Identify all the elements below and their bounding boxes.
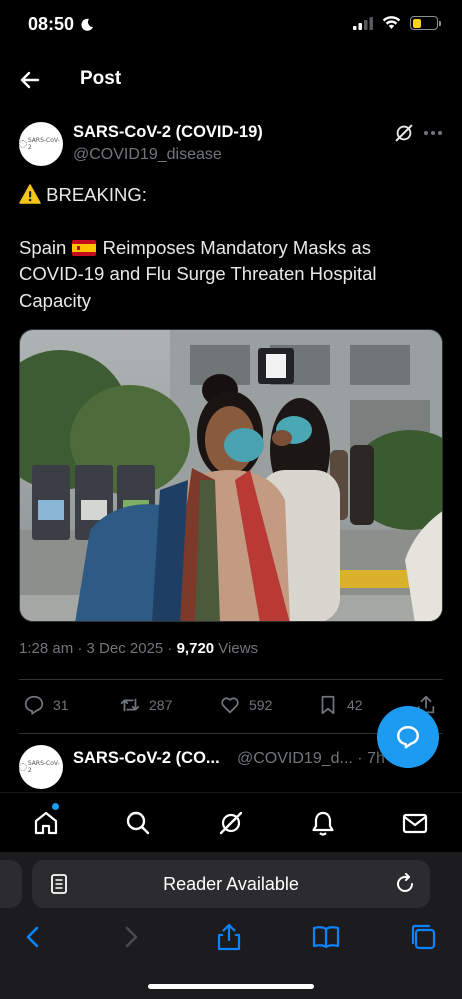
post-timestamp: 1:28 am · 3 Dec 2025 · — [19, 640, 177, 657]
more-options-icon[interactable] — [423, 130, 443, 136]
reload-icon[interactable] — [394, 873, 416, 895]
like-button[interactable]: 592 — [219, 694, 272, 716]
moon-icon — [81, 18, 94, 31]
grok-chat-button[interactable] — [377, 706, 439, 768]
status-indicators — [353, 16, 441, 30]
status-time: 08:50 — [28, 14, 94, 35]
bottom-tab-bar — [0, 792, 462, 852]
reply-button[interactable]: 31 — [23, 694, 69, 716]
bookmark-button[interactable]: 42 — [317, 694, 363, 716]
post-actions: 31 287 592 42 — [19, 694, 443, 720]
reply-icon — [24, 695, 44, 715]
repost-icon — [120, 698, 140, 712]
spain-flag-icon — [72, 239, 97, 256]
reply-preview[interactable]: SARS-CoV-2 SARS-CoV-2 (CO... @COVID19_d.… — [19, 745, 443, 795]
repost-button[interactable]: 287 — [119, 694, 172, 716]
battery-icon — [410, 16, 441, 30]
bookmarks-icon[interactable] — [311, 922, 341, 952]
grok-icon[interactable] — [217, 809, 245, 837]
views-count: 9,720 — [176, 640, 215, 657]
chat-bubble-icon — [397, 726, 419, 749]
status-bar: 08:50 — [0, 0, 462, 50]
photo-masked-women — [20, 330, 442, 621]
bookmark-icon — [321, 695, 335, 715]
address-text: Reader Available — [163, 874, 299, 894]
avatar[interactable]: SARS-CoV-2 — [19, 122, 63, 166]
previous-tab[interactable] — [0, 860, 22, 908]
avatar-text: SARS-CoV-2 — [27, 137, 60, 151]
reply-avatar[interactable]: SARS-CoV-2 — [19, 745, 63, 789]
tabs-icon[interactable] — [408, 922, 438, 952]
post-author: SARS-CoV-2 SARS-CoV-2 (COVID-19) @COVID1… — [19, 120, 444, 170]
reply-author-handle: @COVID19_d... · 7h — [237, 750, 385, 767]
bell-icon[interactable] — [309, 809, 337, 837]
back-icon[interactable] — [18, 922, 48, 952]
bookmark-count: 42 — [347, 697, 363, 713]
views-label: Views — [214, 640, 259, 657]
wifi-icon — [382, 16, 401, 29]
author-handle[interactable]: @COVID19_disease — [73, 146, 222, 164]
post-text-start: Spain — [19, 236, 67, 258]
breaking-label: BREAKING: — [46, 184, 147, 205]
mail-icon[interactable] — [401, 809, 429, 837]
post-text: Spain Reimposes Mandatory Masks as COVID… — [19, 235, 439, 315]
reply-avatar-text: SARS-CoV-2 — [27, 760, 60, 774]
reply-author-name: SARS-CoV-2 (CO... — [73, 749, 220, 767]
notification-dot — [52, 803, 59, 810]
post-headline: BREAKING: — [19, 182, 439, 209]
address-bar[interactable]: Reader Available — [32, 860, 430, 908]
forward-icon[interactable] — [116, 922, 146, 952]
author-name[interactable]: SARS-CoV-2 (COVID-19) — [73, 123, 263, 142]
divider — [19, 679, 443, 680]
clock: 08:50 — [28, 14, 75, 34]
home-indicator — [148, 984, 314, 989]
reply-count: 31 — [53, 697, 69, 713]
back-arrow-icon[interactable] — [18, 68, 42, 92]
warning-icon — [19, 184, 41, 204]
home-icon[interactable] — [32, 809, 60, 837]
repost-count: 287 — [149, 697, 173, 713]
post-header: Post — [0, 58, 462, 102]
heart-icon — [221, 697, 239, 714]
post-image[interactable] — [19, 329, 443, 622]
browser-toolbar: Reader Available — [0, 852, 462, 999]
search-icon[interactable] — [124, 809, 152, 837]
page-title: Post — [80, 68, 122, 89]
post-meta: 1:28 am · 3 Dec 2025 · 9,720 Views — [19, 640, 258, 657]
share-icon[interactable] — [214, 922, 244, 952]
grok-icon[interactable] — [393, 122, 415, 144]
post-body: BREAKING: Spain Reimposes Mandatory Mask… — [19, 182, 439, 340]
signal-icon — [353, 16, 373, 30]
like-count: 592 — [249, 697, 273, 713]
